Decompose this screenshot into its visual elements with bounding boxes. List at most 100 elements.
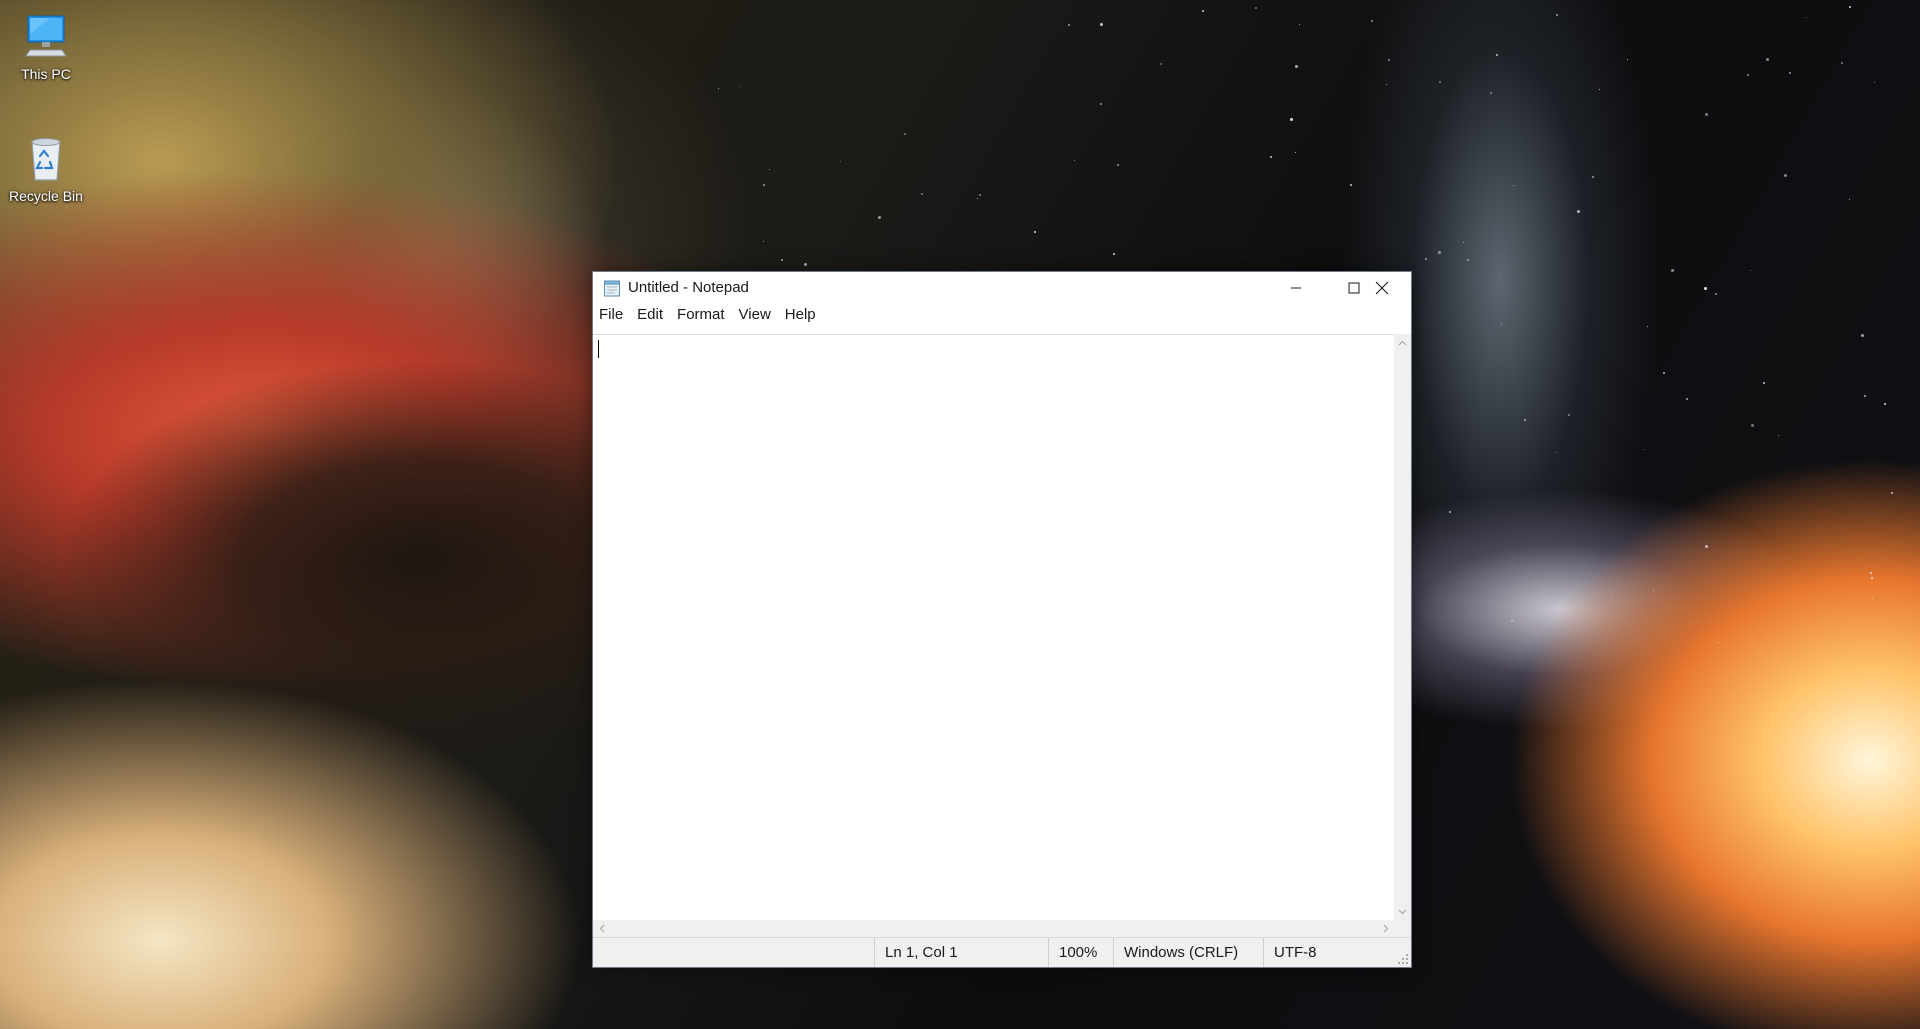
star [1299,24,1300,25]
scrollbar-corner [1394,920,1411,937]
star [1718,642,1719,643]
star [1160,63,1162,65]
star [1501,324,1502,325]
star [1763,382,1765,384]
star [1871,577,1873,579]
star [769,169,770,170]
chevron-up-icon [1398,340,1407,345]
star [921,193,923,195]
star [1556,14,1558,16]
star [1513,185,1514,186]
this-pc-icon [25,15,67,57]
star [1350,184,1352,186]
status-zoom: 100% [1048,938,1106,967]
star [1425,258,1427,260]
star [1511,620,1513,622]
star [1068,24,1070,26]
star [781,259,783,261]
scroll-up-button[interactable] [1394,334,1411,351]
star [1864,395,1866,397]
horizontal-scrollbar[interactable] [593,920,1394,937]
scroll-down-button[interactable] [1394,903,1411,920]
close-icon [1375,281,1389,295]
star [1653,590,1654,591]
scroll-right-button[interactable] [1377,920,1394,937]
star [1884,403,1886,405]
minimize-button[interactable] [1267,272,1325,304]
star [979,194,981,196]
desktop: This PC Recycle Bin Untitled - Notepad F… [0,0,1920,1029]
star [1751,424,1754,427]
minimize-icon [1291,287,1301,289]
star [1463,242,1464,243]
status-line-ending: Windows (CRLF) [1113,938,1261,967]
title-bar[interactable]: Untitled - Notepad [593,272,1411,304]
star [1704,287,1707,290]
menu-help[interactable]: Help [778,304,823,326]
star [1371,20,1373,22]
notepad-window: Untitled - Notepad File Edit Format View… [592,271,1412,968]
star [1577,210,1580,213]
chevron-down-icon [1398,909,1407,914]
star [1870,572,1872,574]
star [1705,545,1708,548]
star [739,86,740,87]
text-editor[interactable] [593,334,1394,920]
close-button[interactable] [1353,272,1411,304]
star [1849,6,1851,8]
star [1644,449,1645,450]
star [1295,65,1298,68]
window-title: Untitled - Notepad [628,279,749,296]
star [1705,113,1708,116]
desktop-icon-this-pc[interactable]: This PC [0,10,92,83]
status-cursor-position: Ln 1, Col 1 [874,938,1042,967]
recycle-bin-label: Recycle Bin [9,188,83,204]
menu-bar: File Edit Format View Help [593,304,1411,326]
star [1663,372,1665,374]
star [1290,118,1293,121]
chevron-left-icon [599,924,604,933]
menu-edit[interactable]: Edit [630,304,670,326]
star [1117,164,1119,166]
star [878,216,881,219]
star [1034,231,1036,233]
star [1568,414,1570,416]
star [1295,152,1296,153]
star [1490,92,1492,94]
star [1841,62,1843,64]
menu-format[interactable]: Format [670,304,732,326]
star [1467,259,1469,261]
resize-grip-icon[interactable] [1397,953,1409,965]
star [1627,59,1628,60]
star [1766,58,1769,61]
star [1113,253,1115,255]
menu-view[interactable]: View [732,304,778,326]
star [1438,251,1441,254]
star [1686,398,1688,400]
star [1270,156,1272,158]
star [904,133,906,135]
star [1747,74,1749,76]
scroll-left-button[interactable] [593,920,610,937]
star [1074,160,1075,161]
star [1778,435,1779,436]
notepad-icon [604,280,620,297]
desktop-icon-recycle-bin[interactable]: Recycle Bin [0,132,92,205]
status-bar: Ln 1, Col 1 100% Windows (CRLF) UTF-8 [593,937,1411,967]
vertical-scrollbar[interactable] [1394,334,1411,920]
status-encoding: UTF-8 [1263,938,1393,967]
star [718,88,719,89]
star [1202,10,1204,12]
star [1647,326,1648,327]
text-caret [598,340,599,358]
star [763,184,765,186]
menu-file[interactable]: File [593,304,630,326]
star [1496,54,1498,56]
star [763,241,764,242]
star [1789,72,1791,74]
star [804,263,807,266]
star [1849,199,1850,200]
star [1891,492,1893,494]
star [1556,452,1557,453]
this-pc-label: This PC [21,66,71,82]
